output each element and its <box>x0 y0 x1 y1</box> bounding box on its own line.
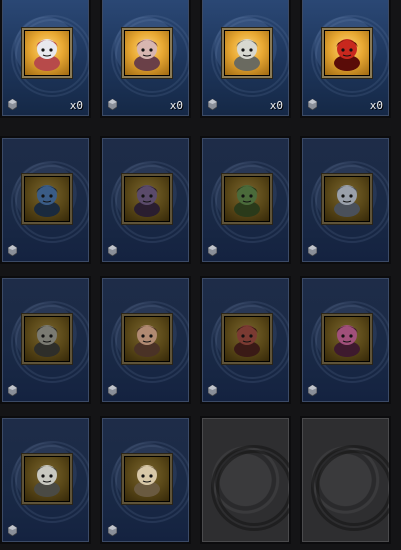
character-portrait <box>322 28 372 78</box>
character-card[interactable] <box>200 136 291 264</box>
crystal-gem-icon <box>308 99 317 110</box>
crystal-gem-icon <box>8 245 17 256</box>
crystal-gem-icon <box>308 385 317 396</box>
character-card[interactable] <box>100 416 191 544</box>
character-card[interactable]: x0 <box>300 0 391 118</box>
character-portrait <box>322 314 372 364</box>
character-portrait <box>222 174 272 224</box>
crystal-gem-icon <box>308 245 317 256</box>
pale-knight-icon <box>234 39 260 71</box>
character-card[interactable] <box>0 416 91 544</box>
bone-crab-icon <box>134 465 160 497</box>
empty-card-slot[interactable] <box>200 416 291 544</box>
silver-hair-girl-icon <box>34 39 60 71</box>
pirate-captain-icon <box>134 185 160 217</box>
grey-wraith-icon <box>334 185 360 217</box>
emblem-ring-decoration <box>310 445 389 531</box>
card-count: x0 <box>369 99 383 112</box>
stone-golem-icon <box>34 325 60 357</box>
green-lizard-icon <box>234 185 260 217</box>
character-card[interactable] <box>0 136 91 264</box>
character-portrait <box>122 454 172 504</box>
character-portrait <box>122 314 172 364</box>
character-portrait <box>22 454 72 504</box>
bone-spider-icon <box>134 39 160 71</box>
hooded-brute-icon <box>234 325 260 357</box>
character-card[interactable]: x0 <box>0 0 91 118</box>
crystal-gem-icon <box>208 385 217 396</box>
crystal-gem-icon <box>208 245 217 256</box>
crystal-gem-icon <box>108 385 117 396</box>
character-portrait <box>122 28 172 78</box>
card-count: x0 <box>269 99 283 112</box>
character-portrait <box>22 28 72 78</box>
character-portrait <box>22 174 72 224</box>
character-card[interactable] <box>100 276 191 404</box>
crystal-gem-icon <box>8 385 17 396</box>
character-portrait <box>322 174 372 224</box>
character-card[interactable] <box>200 276 291 404</box>
character-card[interactable]: x0 <box>200 0 291 118</box>
character-portrait <box>222 28 272 78</box>
character-portrait <box>122 174 172 224</box>
tribal-warrior-icon <box>134 325 160 357</box>
pale-ghoul-icon <box>34 465 60 497</box>
crystal-gem-icon <box>8 99 17 110</box>
crystal-gem-icon <box>208 99 217 110</box>
character-card[interactable] <box>300 276 391 404</box>
character-card[interactable]: x0 <box>100 0 191 118</box>
character-card[interactable] <box>100 136 191 264</box>
character-card[interactable] <box>0 276 91 404</box>
crystal-gem-icon <box>108 99 117 110</box>
crystal-gem-icon <box>8 525 17 536</box>
empty-card-slot[interactable] <box>300 416 391 544</box>
crystal-gem-icon <box>108 525 117 536</box>
character-card[interactable] <box>300 136 391 264</box>
emblem-ring-decoration <box>210 445 289 531</box>
blue-dragon-icon <box>34 185 60 217</box>
card-count: x0 <box>69 99 83 112</box>
card-count: x0 <box>169 99 183 112</box>
card-collection-grid: x0 x0 x0 x0 <box>0 0 401 550</box>
character-portrait <box>22 314 72 364</box>
crystal-gem-icon <box>108 245 117 256</box>
purple-sorceress-icon <box>334 325 360 357</box>
character-portrait <box>222 314 272 364</box>
red-demon-icon <box>334 39 360 71</box>
